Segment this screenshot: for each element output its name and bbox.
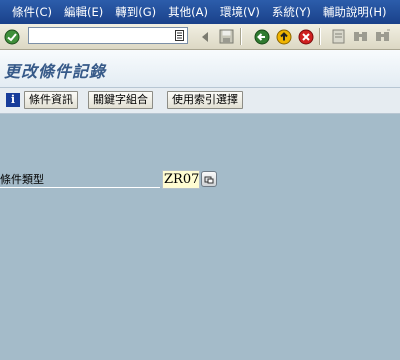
command-history-icon[interactable]	[175, 30, 184, 41]
menu-edit[interactable]: 編輯(E)	[58, 0, 109, 24]
command-field[interactable]	[28, 27, 188, 44]
menu-help[interactable]: 輔助說明(H)	[317, 0, 393, 24]
menu-system[interactable]: 系統(Y)	[266, 0, 317, 24]
index-selection-button[interactable]: 使用索引選擇	[167, 91, 243, 109]
exit-icon[interactable]	[275, 28, 292, 45]
value-help-icon	[204, 176, 214, 184]
page-title: 更改條件記錄	[4, 62, 107, 81]
title-bar: 更改條件記錄	[0, 50, 400, 88]
cancel-icon[interactable]	[297, 28, 314, 45]
application-toolbar: i 條件資訊 關鍵字組合 使用索引選擇	[0, 88, 400, 114]
save-icon[interactable]	[218, 28, 235, 45]
key-combination-button[interactable]: 關鍵字組合	[88, 91, 153, 109]
value-help-button[interactable]	[201, 171, 217, 187]
back-icon[interactable]	[253, 28, 270, 45]
enter-icon[interactable]	[3, 28, 20, 45]
menu-bar: 條件(C) 編輯(E) 轉到(G) 其他(A) 環境(V) 系統(Y) 輔助說明…	[0, 0, 400, 24]
find-next-icon[interactable]	[374, 28, 391, 45]
condition-type-input[interactable]: ZR07	[162, 170, 200, 189]
menu-condition[interactable]: 條件(C)	[0, 0, 58, 24]
find-icon[interactable]	[352, 28, 369, 45]
menu-extras[interactable]: 其他(A)	[162, 0, 214, 24]
menu-goto[interactable]: 轉到(G)	[109, 0, 162, 24]
menu-environment[interactable]: 環境(V)	[214, 0, 266, 24]
collapse-arrow-icon[interactable]	[196, 28, 213, 45]
condition-type-label: 條件類型	[0, 172, 160, 188]
standard-toolbar	[0, 24, 400, 50]
info-icon[interactable]: i	[6, 93, 20, 107]
print-icon[interactable]	[330, 28, 347, 45]
condition-info-button[interactable]: 條件資訊	[24, 91, 78, 109]
